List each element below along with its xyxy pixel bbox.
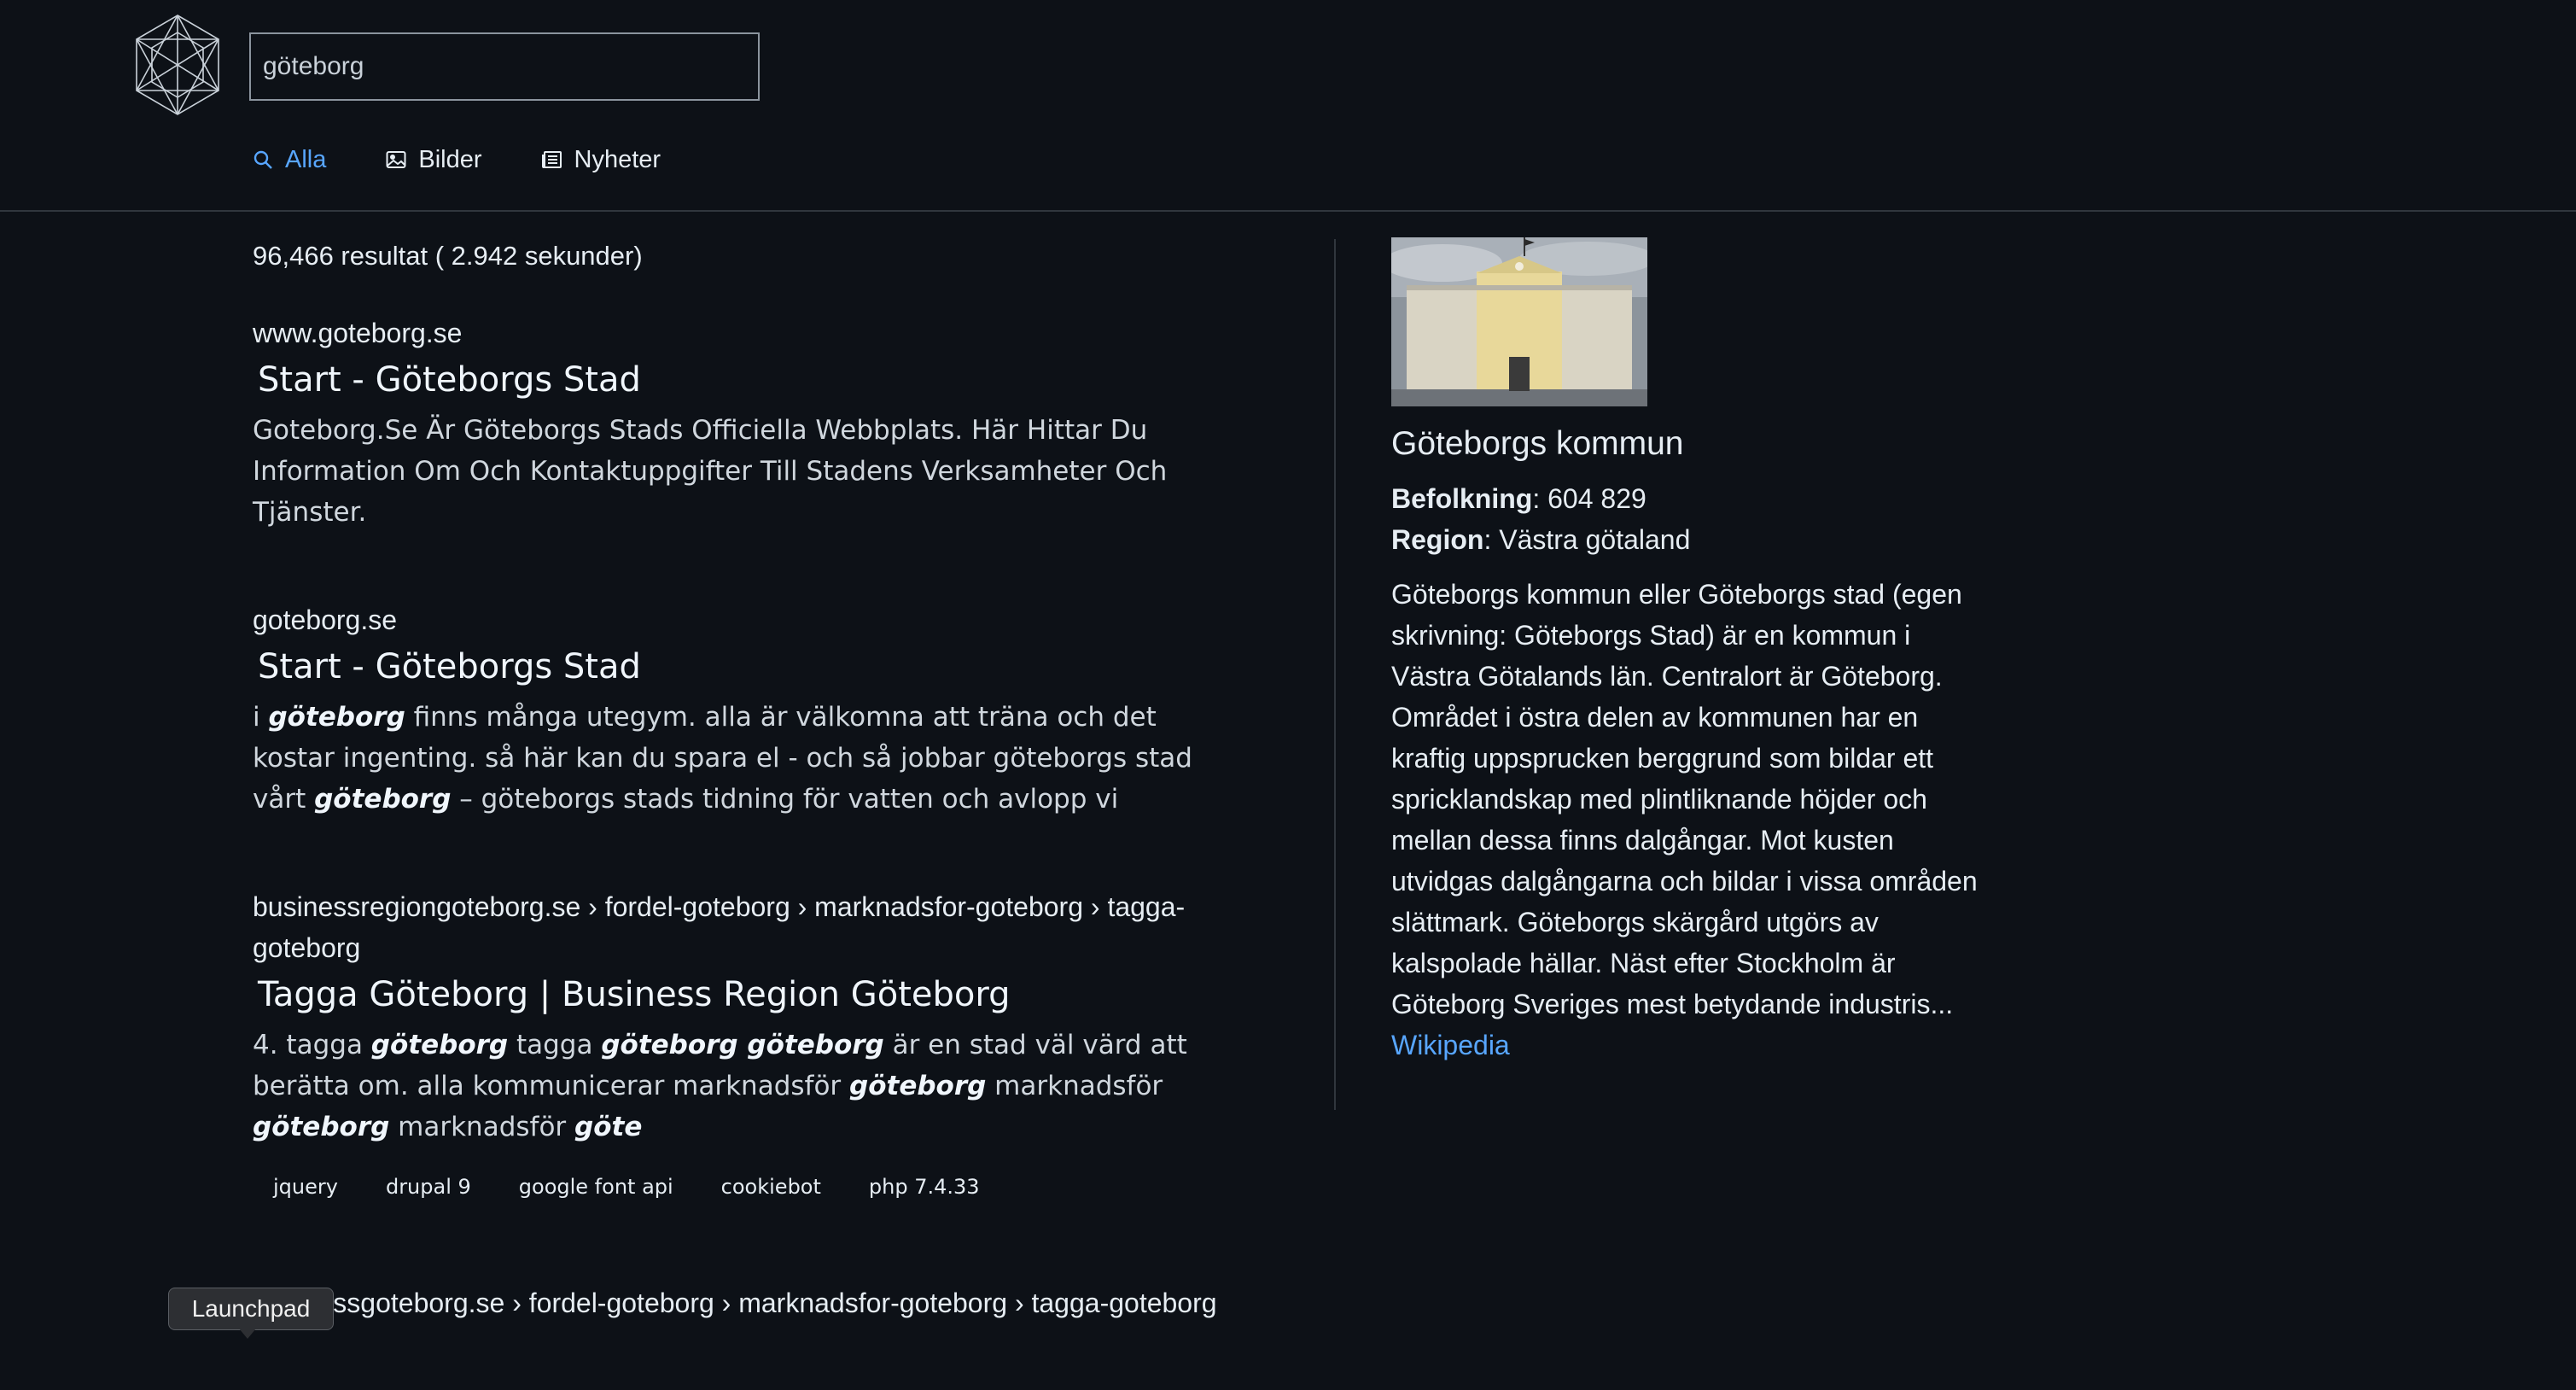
search-tabs: Alla Bilder Nyheter — [253, 141, 720, 178]
result-title-link[interactable]: Tagga Göteborg | Business Region Götebor… — [258, 970, 1226, 1019]
tech-tag[interactable]: php 7.4.33 — [848, 1170, 1000, 1204]
header: Alla Bilder Nyheter — [0, 0, 2576, 212]
tech-tag[interactable]: jquery — [253, 1170, 358, 1204]
result-title-link[interactable]: Start - Göteborgs Stad — [258, 642, 1226, 692]
technology-tags: jquery drupal 9 google font api cookiebo… — [253, 1170, 1226, 1204]
search-result: goteborg.se Start - Göteborgs Stad i göt… — [253, 599, 1226, 820]
highlighted-term: göteborg — [268, 702, 405, 733]
snippet-text: – göteborgs stads tidning för vatten och… — [451, 784, 1119, 815]
panel-description: Göteborgs kommun eller Göteborgs stad (e… — [1391, 579, 1978, 1019]
tech-tag[interactable]: google font api — [498, 1170, 694, 1204]
tab-label: Alla — [285, 145, 327, 173]
fact-value: : Västra götaland — [1483, 524, 1691, 555]
search-result: www.goteborg.se Start - Göteborgs Stad G… — [253, 312, 1226, 533]
snippet-text: tagga — [508, 1030, 602, 1060]
tab-alla[interactable]: Alla — [253, 146, 326, 174]
result-snippet: i göteborg finns många utegym. alla är v… — [253, 697, 1226, 820]
hexagon-logo-icon[interactable] — [133, 14, 222, 116]
highlighted-term: göteborg — [849, 1071, 987, 1101]
search-icon — [254, 150, 272, 169]
highlighted-term: göteborg göteborg — [601, 1030, 884, 1060]
highlighted-term: göteborg — [253, 1112, 390, 1142]
result-title-link[interactable]: Start - Göteborgs Stad — [258, 355, 1226, 405]
city-hall-image[interactable] — [1391, 237, 1647, 406]
highlighted-term: göteborg — [314, 784, 452, 815]
result-url[interactable]: goteborg.se — [253, 599, 1226, 640]
snippet-text: 4. tagga — [253, 1030, 371, 1060]
search-input[interactable] — [249, 32, 760, 101]
tooltip-arrow — [239, 1329, 256, 1339]
panel-title: Göteborgs kommun — [1391, 425, 1684, 462]
tab-bilder[interactable]: Bilder — [386, 145, 482, 174]
fact-row: Region: Västra götaland — [1391, 519, 1989, 560]
knowledge-panel: Göteborgs kommun Befolkning: 604 829 Reg… — [1391, 237, 1989, 1066]
fact-label: Region — [1391, 524, 1484, 555]
fact-label: Befolkning — [1391, 483, 1533, 514]
tech-tag[interactable]: drupal 9 — [365, 1170, 492, 1204]
tech-tag[interactable]: cookiebot — [701, 1170, 842, 1204]
result-snippet: 4. tagga göteborg tagga göteborg götebor… — [253, 1025, 1226, 1148]
launchpad-tooltip: Launchpad — [168, 1288, 334, 1330]
fact-row: Befolkning: 604 829 — [1391, 478, 1989, 519]
highlighted-term: göte — [574, 1112, 643, 1142]
results-list: www.goteborg.se Start - Göteborgs Stad G… — [253, 312, 1226, 1390]
result-url[interactable]: businessregiongoteborg.se › fordel-goteb… — [253, 886, 1226, 968]
result-url[interactable]: businessgoteborg.se › fordel-goteborg › … — [253, 1282, 1226, 1323]
wikipedia-link[interactable]: Wikipedia — [1391, 1025, 1989, 1066]
tab-label: Bilder — [418, 145, 482, 173]
snippet-text: marknadsför — [986, 1071, 1163, 1101]
snippet-text: i — [253, 702, 269, 733]
column-divider — [1334, 239, 1336, 1110]
tab-label: Nyheter — [574, 145, 661, 173]
fact-value: : 604 829 — [1532, 483, 1646, 514]
result-count: 96,466 resultat ( 2.942 sekunder) — [253, 241, 643, 271]
result-snippet: Goteborg.Se Är Göteborgs Stads Officiell… — [253, 415, 1168, 528]
newspaper-icon — [541, 151, 562, 168]
search-result: businessregiongoteborg.se › fordel-goteb… — [253, 886, 1226, 1204]
search-result: businessgoteborg.se › fordel-goteborg › … — [253, 1282, 1226, 1323]
image-icon — [386, 151, 406, 168]
snippet-text: marknadsför — [389, 1112, 575, 1142]
tab-nyheter[interactable]: Nyheter — [541, 145, 661, 174]
result-url[interactable]: www.goteborg.se — [253, 312, 1226, 353]
highlighted-term: göteborg — [370, 1030, 509, 1060]
